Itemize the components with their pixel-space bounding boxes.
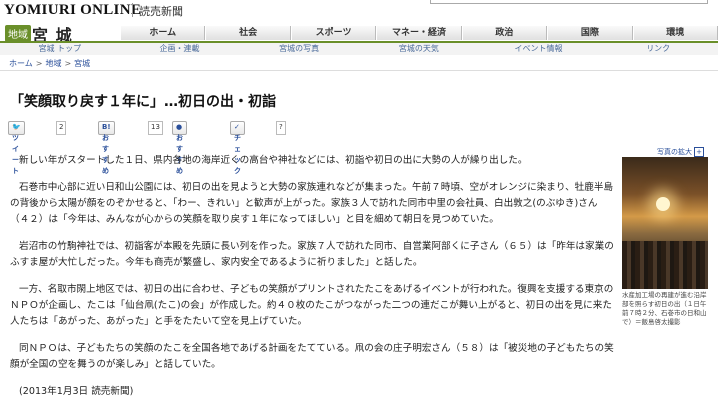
logo-divider — [132, 3, 133, 17]
site-logo[interactable]: YOMIURI ONLINE — [4, 2, 141, 19]
nav-home[interactable]: ホーム — [120, 26, 206, 40]
like-icon: ● — [176, 123, 183, 131]
nav-society[interactable]: 社会 — [205, 26, 291, 40]
hatena-icon: B! — [102, 123, 111, 131]
article-paragraph: 一方、名取市閖上地区では、初日の出に合わせ、子どもの笑顔がプリントされたたこをあ… — [10, 284, 614, 327]
tweet-count: 2 — [56, 121, 67, 135]
breadcrumb-separator: > — [35, 59, 43, 68]
subnav-miyagi-top[interactable]: 宮城 トップ — [0, 43, 120, 55]
nav-sports[interactable]: スポーツ — [290, 26, 377, 40]
crowd-silhouette — [622, 241, 708, 289]
nav-environment[interactable]: 環境 — [632, 26, 718, 40]
twitter-icon: 🐦 — [12, 123, 21, 131]
site-subtitle[interactable]: 読売新聞 — [139, 3, 183, 19]
plus-icon: + — [694, 147, 704, 157]
breadcrumb-separator: > — [64, 59, 72, 68]
breadcrumb-region[interactable]: 地域 — [45, 59, 61, 68]
photo-enlarge-label: 写真の拡大 — [657, 148, 692, 156]
article-body: 新しい年がスタートした１日、県内各地の海岸近くの高台や神社などには、初詣や初日の… — [10, 153, 614, 411]
photo-caption: 水産加工場の再建が進む沿岸部を照らす初日の出（１日午前７時２分、石巻市の日和山で… — [622, 291, 707, 326]
breadcrumb-miyagi[interactable]: 宮城 — [74, 59, 90, 68]
nav-international[interactable]: 国際 — [547, 26, 633, 40]
article-paragraph: 同ＮＰＯは、子どもたちの笑顔のたこを全国各地であげる計画をたてている。凧の会の庄… — [10, 343, 614, 370]
article-photo[interactable] — [622, 157, 708, 289]
sub-nav: 宮城 トップ 企画・連載 宮城の写真 宮城の天気 イベント情報 リンク — [0, 41, 718, 55]
check-button[interactable]: ✓ チェック — [230, 121, 245, 175]
photo-enlarge-link[interactable]: 写真の拡大 + — [657, 147, 704, 157]
nav-money[interactable]: マネー・経済 — [376, 26, 462, 40]
breadcrumb-home[interactable]: ホーム — [9, 59, 33, 68]
subnav-features[interactable]: 企画・連載 — [120, 43, 240, 55]
top-bar: YOMIURI ONLINE 読売新聞 — [0, 0, 718, 20]
check-icon: ✓ — [234, 123, 240, 131]
subnav-photos[interactable]: 宮城の写真 — [239, 43, 359, 55]
tweet-button[interactable]: 🐦ツイート — [8, 121, 25, 175]
article-paragraph: 岩沼市の竹駒神社では、初詣客が本殿を先頭に長い列を作った。家族７人で訪れた同市、… — [10, 241, 614, 268]
sun-glow — [656, 197, 670, 211]
region-badge: 地域 — [5, 25, 31, 42]
search-input[interactable] — [430, 0, 708, 4]
article-date: (2013年1月3日 読売新聞) — [19, 386, 134, 397]
subnav-events[interactable]: イベント情報 — [479, 43, 599, 55]
subnav-weather[interactable]: 宮城の天気 — [359, 43, 479, 55]
article-title: 「笑顔取り戻す１年に」…初日の出・初詣 — [10, 94, 276, 110]
article-paragraph: 新しい年がスタートした１日、県内各地の海岸近くの高台や神社などには、初詣や初日の… — [19, 155, 528, 166]
like-button[interactable]: ● おすすめ — [172, 121, 187, 175]
nav-politics[interactable]: 政治 — [461, 26, 548, 40]
breadcrumb: ホーム > 地域 > 宮城 — [9, 58, 90, 69]
subnav-links[interactable]: リンク — [598, 43, 718, 55]
main-nav: ホーム 社会 スポーツ マネー・経済 政治 国際 環境 — [120, 26, 718, 40]
hatena-count: 13 — [148, 121, 163, 135]
hatena-button[interactable]: B! おすすめ — [98, 121, 115, 175]
article-paragraph: 石巻市中心部に近い日和山公園には、初日の出を見ようと大勢の家族連れなどが集まった… — [10, 182, 614, 225]
divider — [0, 70, 718, 71]
help-icon[interactable]: ? — [276, 121, 286, 135]
